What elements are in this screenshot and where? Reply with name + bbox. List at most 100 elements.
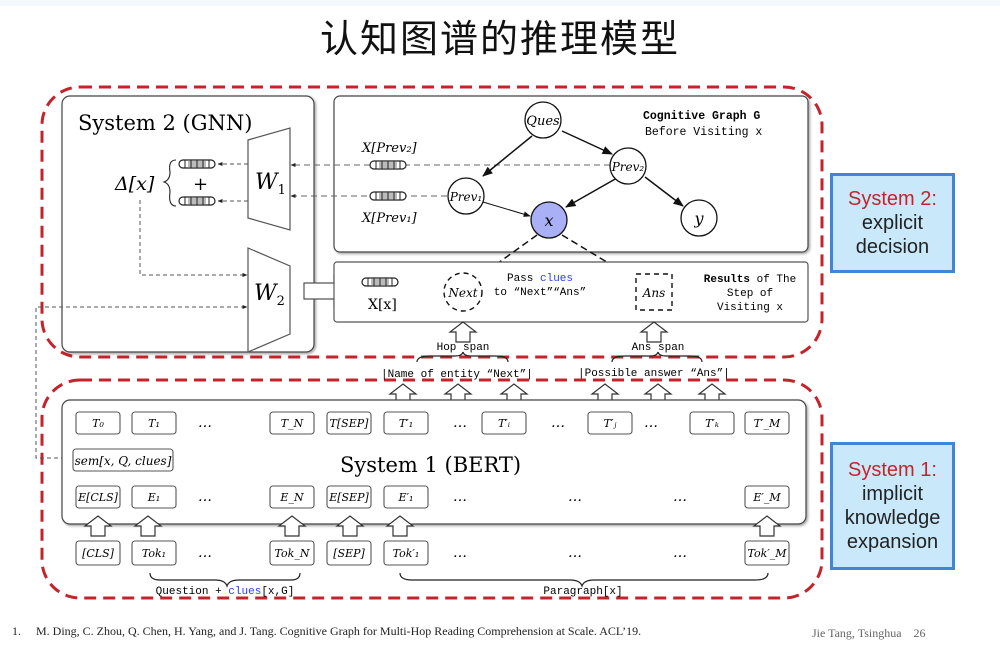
system1-callout: System 1: implicit knowledge expansion (830, 442, 955, 570)
input-token-box: Tok_N (269, 540, 315, 566)
svg-text:Ans: Ans (642, 286, 666, 300)
system2-callout-heading: System 2: (848, 188, 937, 210)
system2-callout-line: explicit (861, 212, 924, 234)
t-row-ellipsis: … (551, 415, 565, 431)
svg-text:…: … (453, 545, 467, 561)
input-token-box: Tok′₁ (383, 540, 429, 566)
t-row-ellipsis: … (198, 415, 212, 431)
x-vector-label: X[x] (368, 297, 397, 313)
e-row-ellipsis: … (453, 489, 467, 505)
e-row-ellipsis: … (198, 489, 212, 505)
svg-text:T′_M: T′_M (754, 417, 781, 430)
svg-text:E′_M: E′_M (752, 491, 781, 504)
footnote-index: 1. (12, 624, 21, 638)
author-name: Jie Tang, Tsinghua (812, 626, 902, 640)
embedding-box: E_N (269, 485, 315, 509)
prev1-vector (369, 191, 407, 201)
system2-callout-line: decision (855, 236, 930, 258)
svg-text:…: … (673, 545, 687, 561)
t-token-box: T_N (269, 411, 315, 435)
e-row-ellipsis: … (673, 489, 687, 505)
embedding-box: E′_M (744, 485, 790, 509)
prev2-vector (369, 160, 407, 170)
pass-clues-text: Pass clues (507, 273, 573, 285)
svg-text:…: … (198, 545, 212, 561)
svg-text:T₀: T₀ (92, 417, 104, 430)
x-prev1-label: X[Prev₁] (361, 211, 418, 226)
delta-label: Δ[x] (114, 173, 155, 195)
pass-clues-text-2: to “Next”“Ans” (494, 287, 586, 299)
results-line-3: Visiting x (717, 302, 783, 314)
svg-text:Tok_N: Tok_N (275, 547, 310, 560)
svg-text:x: x (544, 211, 553, 230)
svg-text:Prev₂: Prev₂ (611, 160, 645, 174)
svg-text:T[SEP]: T[SEP] (330, 417, 370, 430)
t-token-box: T[SEP] (326, 411, 372, 435)
results-line-1: Results of The (704, 274, 796, 286)
t-token-box: T′ᵢ (481, 411, 527, 435)
footnote-text: M. Ding, C. Zhou, Q. Chen, H. Yang, and … (36, 624, 642, 638)
system1-callout-heading: System 1: (848, 459, 937, 481)
t-token-box: T′_M (744, 411, 790, 435)
input-token-box: [CLS] (75, 540, 121, 566)
x-prev2-label: X[Prev₂] (361, 141, 418, 156)
svg-text:Tok₁: Tok₁ (142, 547, 166, 560)
hop-span-arrow (449, 321, 477, 343)
tok-row-ellipsis: … (568, 545, 582, 561)
input-token-box: Tok₁ (131, 540, 177, 566)
svg-text:Tok′₁: Tok′₁ (393, 547, 420, 560)
paragraph-label: Paragraph[x] (543, 586, 622, 598)
author-label: Jie Tang, Tsinghua 26 (812, 626, 926, 641)
svg-text:T_N: T_N (281, 417, 304, 430)
tok-row-ellipsis: … (673, 545, 687, 561)
system1-callout-line: expansion (846, 531, 939, 553)
delta-vector-top (178, 159, 216, 169)
embedding-box: E[SEP] (326, 485, 372, 509)
delta-vector-bottom (178, 196, 216, 206)
svg-text:…: … (673, 489, 687, 505)
t-token-box: T′₁ (383, 411, 429, 435)
node-next: Next (443, 272, 483, 312)
tok-row-ellipsis: … (198, 545, 212, 561)
input-token-box: Tok′_M (744, 540, 790, 566)
embedding-box: E[CLS] (75, 485, 121, 509)
t-token-box: T′ⱼ (587, 411, 633, 435)
svg-text:E[SEP]: E[SEP] (328, 491, 369, 504)
bert-title: System 1 (BERT) (340, 453, 521, 477)
question-label: Question + clues[x,G] (156, 586, 295, 598)
t-token-box: T₁ (131, 411, 177, 435)
svg-text:T′ᵢ: T′ᵢ (498, 417, 510, 430)
input-token-box: [SEP] (326, 540, 372, 566)
t-token-box: T₀ (75, 411, 121, 435)
plus-sign: + (193, 174, 208, 195)
svg-text:T′ₖ: T′ₖ (705, 417, 719, 430)
system1-callout-line: implicit (861, 483, 924, 505)
t-row-ellipsis: … (453, 415, 467, 431)
svg-text:[SEP]: [SEP] (333, 547, 365, 560)
svg-text:…: … (453, 489, 467, 505)
svg-text:…: … (568, 489, 582, 505)
svg-text:[CLS]: [CLS] (82, 547, 115, 560)
svg-text:Ques: Ques (526, 114, 560, 129)
node-ques: Ques (524, 101, 562, 139)
t-row-ellipsis: … (644, 415, 658, 431)
node-x: x (530, 201, 568, 239)
graph-title: Cognitive Graph G (643, 110, 760, 123)
x-vector (361, 277, 399, 287)
svg-text:T′₁: T′₁ (399, 417, 413, 430)
svg-text:…: … (568, 545, 582, 561)
svg-text:Next: Next (447, 286, 477, 300)
sem-box: sem[x, Q, clues] (72, 448, 174, 472)
system2-callout: System 2: explicit decision (830, 173, 955, 273)
svg-text:…: … (198, 489, 212, 505)
e-row-ellipsis: … (568, 489, 582, 505)
embedding-box: E₁ (131, 485, 177, 509)
svg-text:E[CLS]: E[CLS] (77, 491, 119, 504)
svg-text:E₁: E₁ (147, 491, 160, 504)
page-number: 26 (913, 626, 926, 640)
svg-text:y: y (693, 209, 704, 228)
svg-text:sem[x, Q, clues]: sem[x, Q, clues] (75, 454, 172, 468)
svg-text:…: … (644, 415, 658, 431)
node-prev1: Prev₁ (447, 177, 485, 215)
tok-row-ellipsis: … (453, 545, 467, 561)
